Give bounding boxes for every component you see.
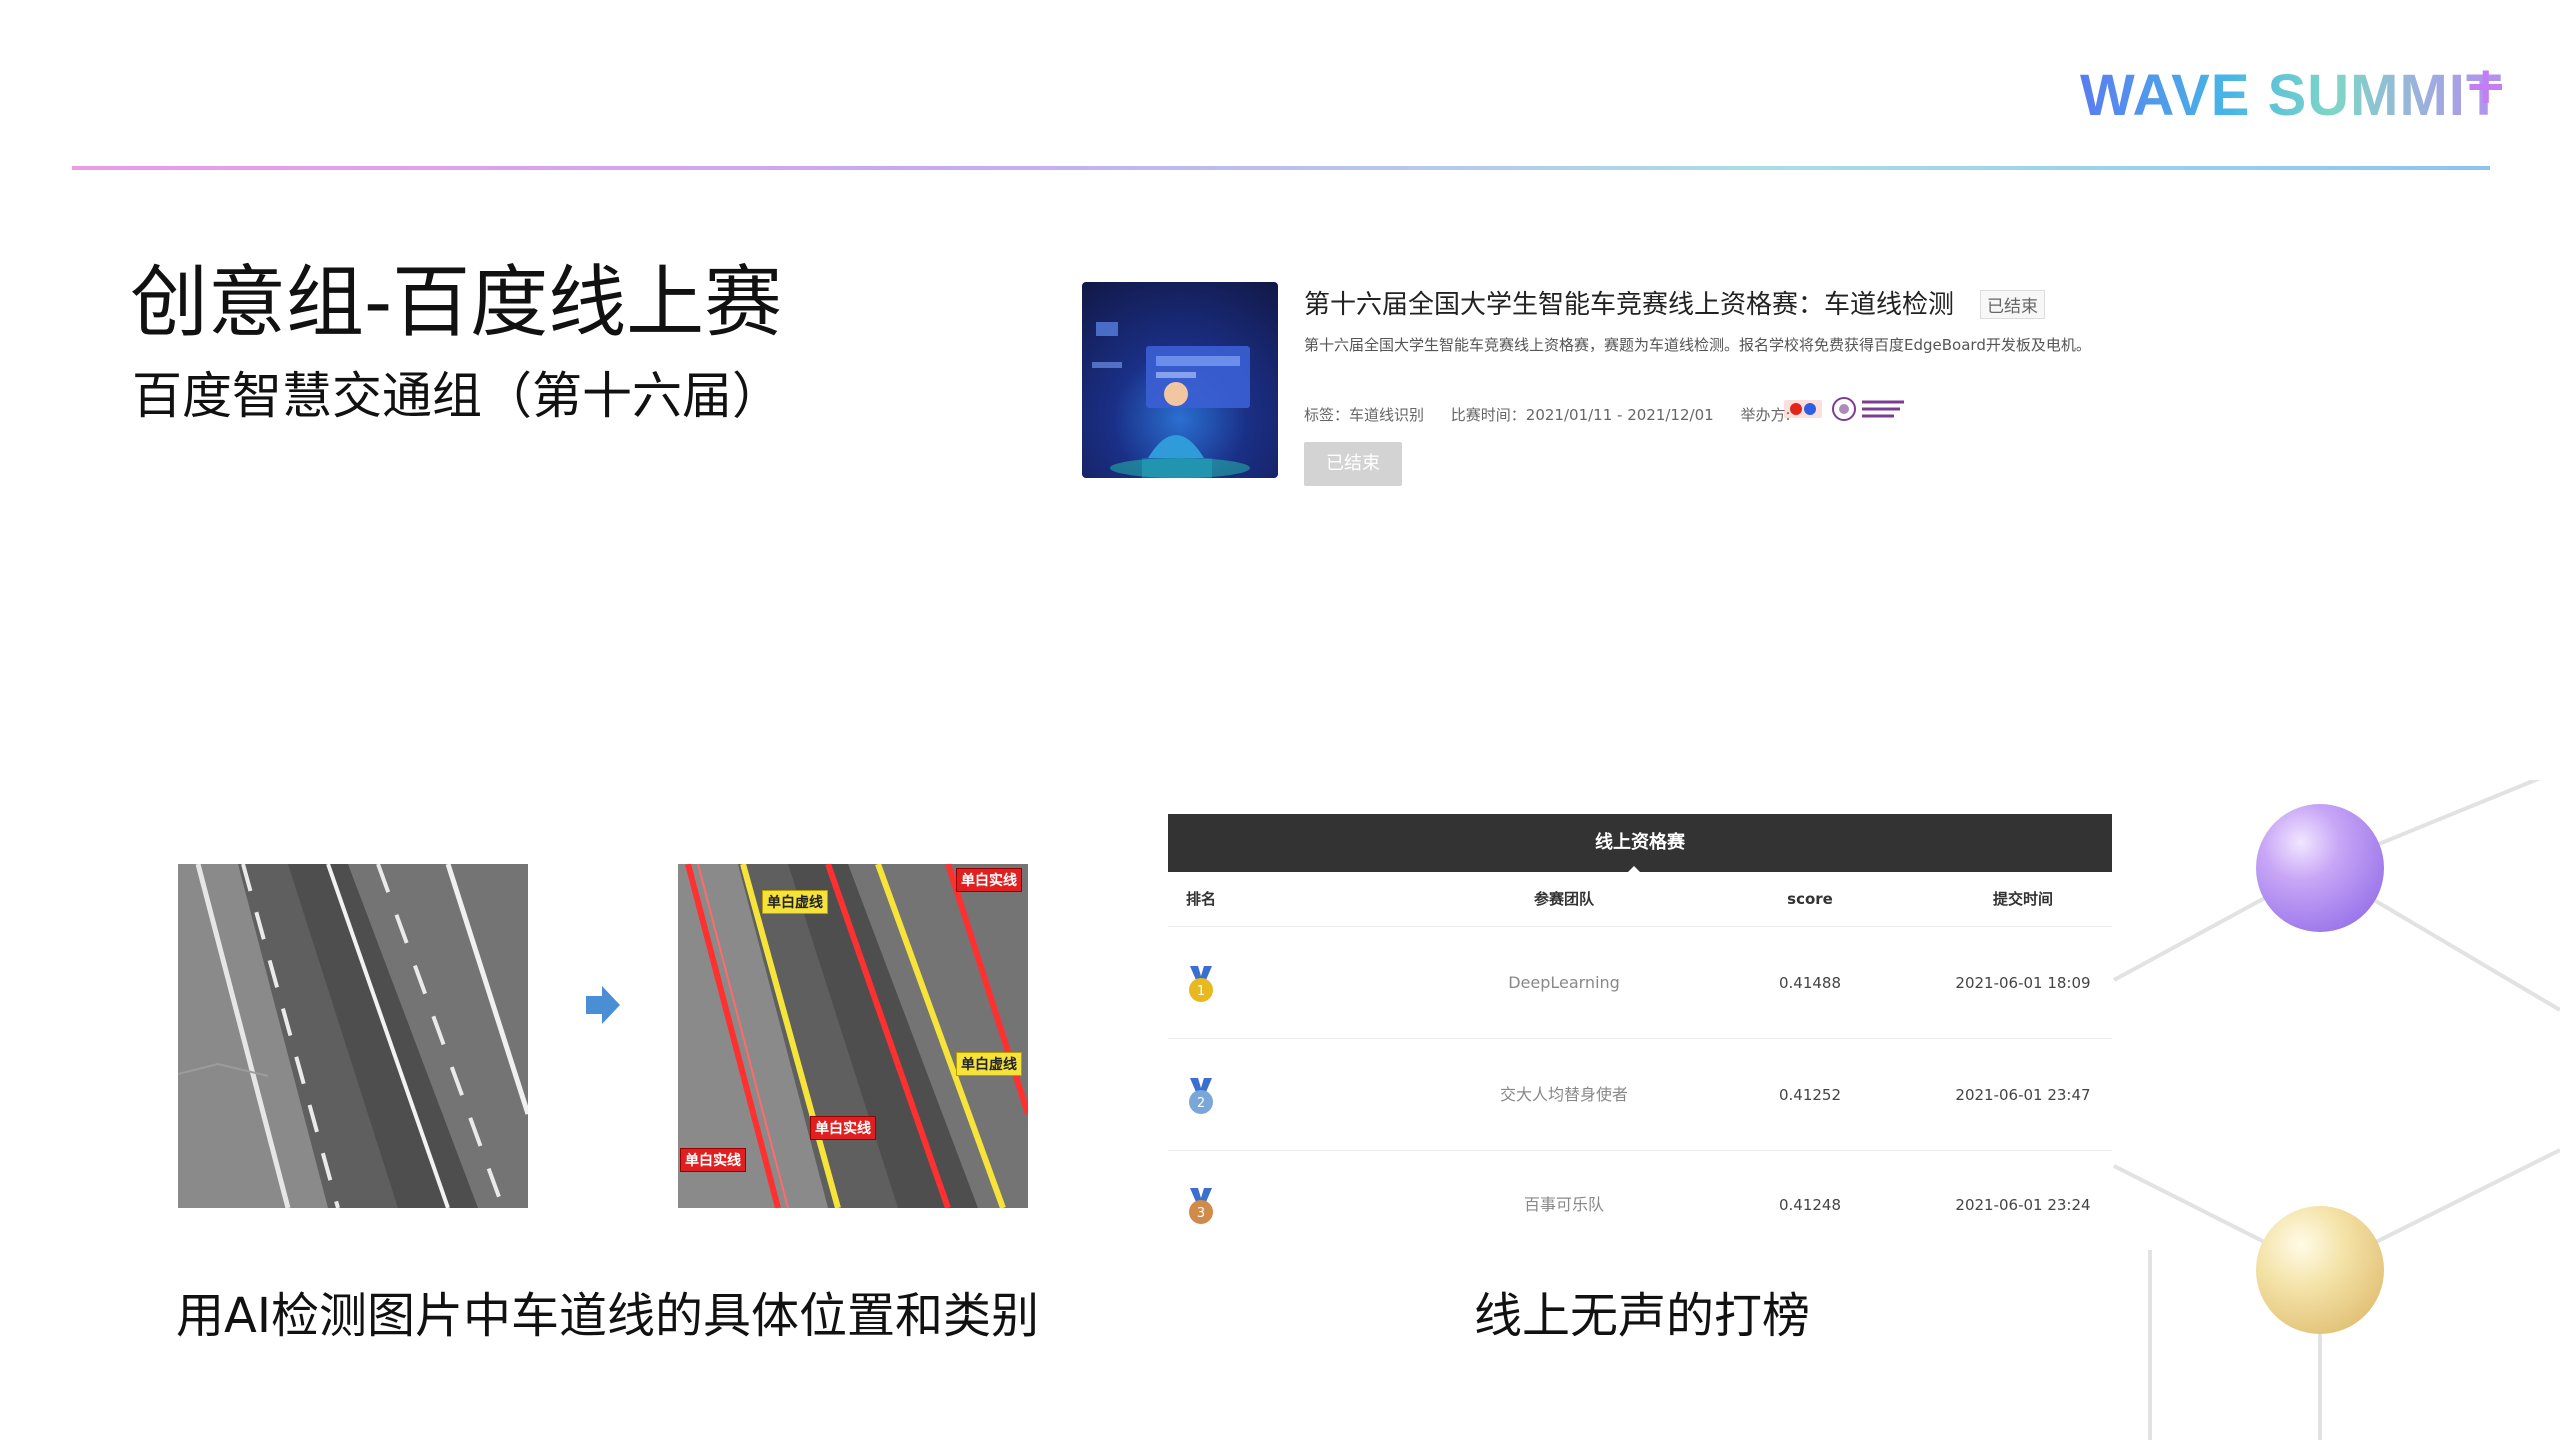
lane-label-solid-1: 单白实线 [956, 868, 1022, 892]
bronze-medal-icon: 3 [1189, 1188, 1213, 1224]
lane-label-dashed-1: 单白虚线 [762, 890, 828, 914]
silver-medal-icon: 2 [1189, 1078, 1213, 1114]
competition-description: 第十六届全国大学生智能车竞赛线上资格赛，赛题为车道线检测。报名学校将免费获得百度… [1304, 336, 2091, 354]
lane-label-solid-3: 单白实线 [680, 1148, 746, 1172]
arrow-right-icon [586, 986, 620, 1024]
wave-summit-logo: WAVE SUMMIT [2080, 63, 2503, 128]
svg-text:1: 1 [1197, 984, 1205, 999]
caption-leaderboard: 线上无声的打榜 [1474, 1288, 1811, 1344]
competition-title-link[interactable]: 第十六届全国大学生智能车竞赛线上资格赛：车道线检测 [1304, 284, 1954, 321]
col-rank: 排名 [1186, 890, 1217, 908]
organizer-logos [1784, 397, 1904, 421]
table-row: 1 DeepLearning 0.41488 2021-06-01 18:09 [1168, 928, 2112, 1039]
team-name: DeepLearning [1508, 973, 1620, 992]
team-name: 交大人均替身使者 [1499, 1085, 1628, 1104]
team-name: 百事可乐队 [1523, 1195, 1604, 1214]
road-illustration [178, 864, 528, 1208]
leaderboard-tab[interactable]: 线上资格赛 [1168, 814, 2112, 872]
thumbnail-illustration [1092, 322, 1250, 478]
tsinghua-logo-mark [1832, 397, 1904, 421]
header-divider [72, 166, 2490, 170]
table-row: 3 百事可乐队 0.41248 2021-06-01 23:24 [1168, 1150, 2112, 1254]
col-time: 提交时间 [1992, 890, 2053, 908]
lane-label-dashed-2: 单白虚线 [956, 1052, 1022, 1076]
leaderboard-header: 排名 参赛团队 score 提交时间 [1168, 872, 2112, 927]
slide-title: 创意组-百度线上赛 [130, 258, 783, 348]
status-badge: 已结束 [1980, 290, 2045, 319]
svg-text:2: 2 [1197, 1096, 1205, 1111]
submit-time: 2021-06-01 23:47 [1955, 1086, 2091, 1104]
col-score: score [1787, 890, 1833, 908]
col-team: 参赛团队 [1533, 890, 1594, 908]
ended-button[interactable]: 已结束 [1304, 442, 1402, 486]
submit-time: 2021-06-01 18:09 [1955, 974, 2091, 992]
competition-thumbnail[interactable] [1082, 282, 1278, 478]
team-score: 0.41252 [1778, 1086, 1842, 1104]
submit-time: 2021-06-01 23:24 [1955, 1196, 2091, 1214]
decorative-spheres [2113, 780, 2560, 1440]
caption-lane-detection: 用AI检测图片中车道线的具体位置和类别 [176, 1288, 1039, 1344]
road-image-detected: 单白虚线 单白实线 单白虚线 单白实线 单白实线 [678, 864, 1028, 1208]
gold-medal-icon: 1 [1189, 966, 1213, 1002]
slide-subtitle: 百度智慧交通组（第十六届） [132, 367, 782, 425]
team-score: 0.41248 [1778, 1196, 1842, 1214]
baidu-logo-mark [1784, 400, 1822, 418]
road-image-original [178, 864, 528, 1208]
organizer-label: 举办方: [1740, 406, 1791, 424]
table-row: 2 交大人均替身使者 0.41252 2021-06-01 23:47 [1168, 1040, 2112, 1151]
competition-meta: 标签：车道线识别 比赛时间：2021/01/11 - 2021/12/01 举办… [1304, 404, 1813, 425]
tags-label: 标签：车道线识别 [1304, 406, 1425, 424]
lane-label-solid-2: 单白实线 [810, 1116, 876, 1140]
logo-plus-mark: + [2464, 56, 2508, 116]
time-label: 比赛时间：2021/01/11 - 2021/12/01 [1450, 406, 1714, 424]
svg-text:3: 3 [1197, 1206, 1205, 1221]
team-score: 0.41488 [1778, 974, 1842, 992]
